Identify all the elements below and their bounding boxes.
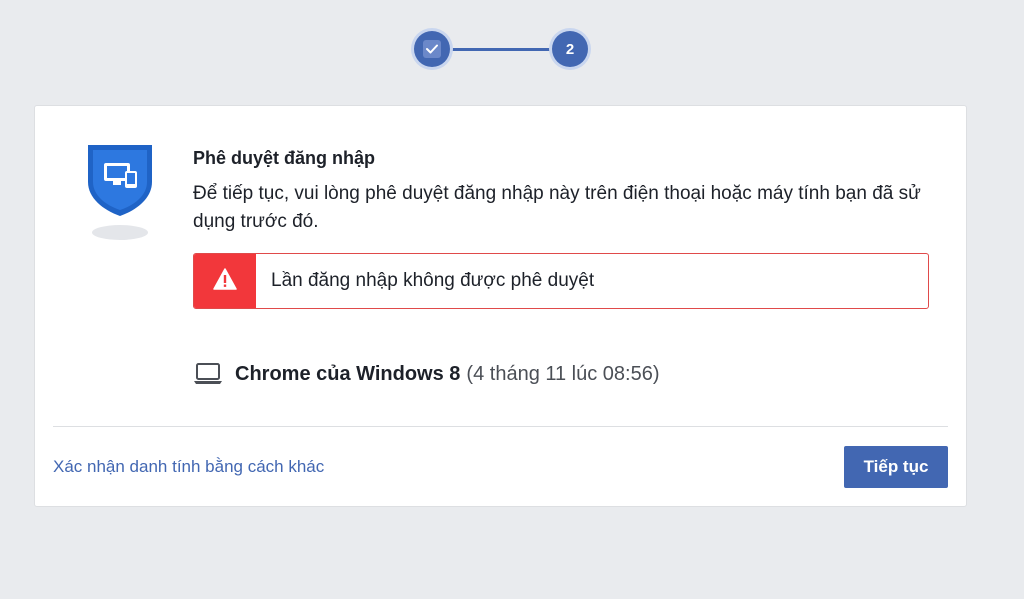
continue-button[interactable]: Tiếp tục xyxy=(844,446,948,488)
device-time: (4 tháng 11 lúc 08:56) xyxy=(466,362,660,385)
stepper-connector xyxy=(448,48,554,51)
card-description: Để tiếp tục, vui lòng phê duyệt đăng nhậ… xyxy=(193,183,921,232)
shield-shadow xyxy=(92,225,148,240)
card-divider xyxy=(53,426,948,427)
alert-text: Lần đăng nhập không được phê duyệt xyxy=(271,270,595,291)
device-name: Chrome của Windows 8 xyxy=(235,362,461,385)
alert-icon-box xyxy=(194,254,256,308)
step-2-current: 2 xyxy=(552,31,588,67)
progress-stepper: 2 xyxy=(414,31,588,67)
laptop-icon xyxy=(193,362,223,386)
alternative-verification-link[interactable]: Xác nhận danh tính bằng cách khác xyxy=(53,457,324,477)
check-icon xyxy=(423,40,441,58)
device-info: Chrome của Windows 8 (4 tháng 11 lúc 08:… xyxy=(193,362,660,386)
step-2-number: 2 xyxy=(565,40,575,58)
warning-icon xyxy=(213,267,237,295)
shield-devices-icon xyxy=(85,142,155,223)
login-approval-card: Phê duyệt đăng nhập Để tiếp tục, vui lòn… xyxy=(34,105,967,507)
card-title: Phê duyệt đăng nhập xyxy=(193,148,376,168)
not-approved-alert: Lần đăng nhập không được phê duyệt xyxy=(193,253,929,309)
step-1-completed xyxy=(414,31,450,67)
